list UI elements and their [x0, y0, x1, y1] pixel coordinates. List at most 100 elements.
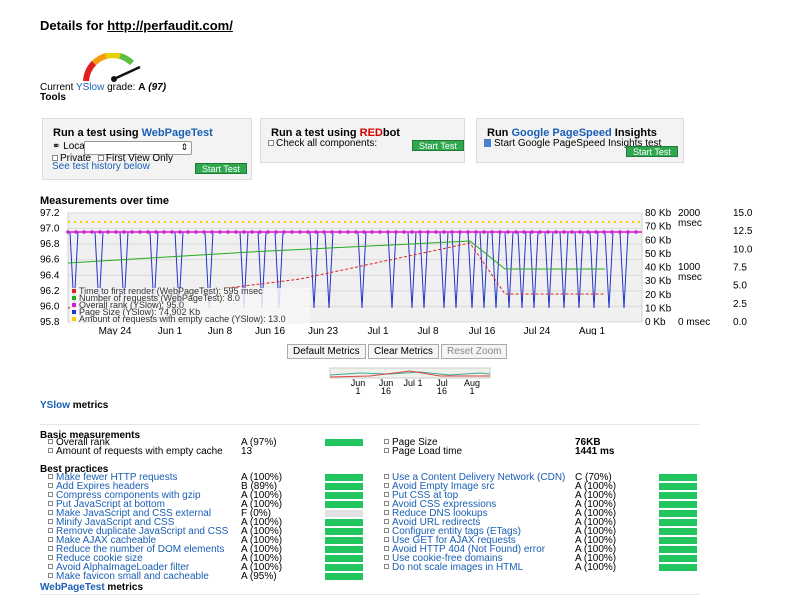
- series-point-overall-rank: [450, 230, 454, 234]
- bullet-icon: [384, 546, 389, 551]
- metric-grade: A (95%): [241, 571, 277, 582]
- series-point-overall-rank: [202, 230, 206, 234]
- kb-tick-label: 0 Kb: [645, 317, 666, 328]
- series-point-overall-rank: [514, 230, 518, 234]
- basic-metric-row: Amount of requests with empty cache: [48, 447, 223, 457]
- series-point-overall-rank: [586, 230, 590, 234]
- score-bar: [325, 528, 363, 535]
- site-url-link[interactable]: http://perfaudit.com/: [107, 18, 233, 33]
- redbot-start-button[interactable]: Start Test: [412, 140, 464, 151]
- webpagetest-link[interactable]: WebPageTest: [142, 127, 213, 139]
- measurements-chart: 97.2 97.0 96.8 96.6 96.4 96.2 96.0 95.8 80 Kb 70 …: [40, 208, 753, 335]
- metric-label[interactable]: Do not scale images in HTML: [392, 562, 523, 573]
- series-point-overall-rank: [82, 230, 86, 234]
- series-point-overall-rank: [498, 230, 502, 234]
- series-point-overall-rank: [386, 230, 390, 234]
- check-components-checkbox[interactable]: [268, 140, 274, 146]
- score-bar: [659, 519, 697, 526]
- series-point-overall-rank: [626, 230, 630, 234]
- navigator-label: 16: [437, 386, 447, 396]
- series-point-overall-rank: [66, 230, 70, 234]
- y-tick-label: 96.0: [40, 301, 60, 312]
- webpagetest-metrics-link[interactable]: WebPageTest: [40, 582, 105, 593]
- y-tick-label: 95.8: [40, 317, 60, 328]
- score-bar: [325, 492, 363, 499]
- bullet-icon: [48, 555, 53, 560]
- page-title: Details for http://perfaudit.com/: [40, 18, 233, 33]
- best-practice-row[interactable]: Do not scale images in HTML: [384, 562, 523, 573]
- series-point-overall-rank: [466, 230, 470, 234]
- legend-swatch: [72, 296, 76, 300]
- series-point-overall-rank: [490, 230, 494, 234]
- right-tick-label: 7.5: [733, 263, 747, 274]
- series-point-overall-rank: [418, 230, 422, 234]
- kb-tick-label: 80 Kb: [645, 208, 672, 219]
- legend-swatch: [72, 317, 76, 321]
- bullet-icon: [48, 546, 53, 551]
- legend-swatch: [72, 310, 76, 314]
- bullet-icon: [384, 474, 389, 479]
- x-tick-label: Jun 1: [158, 326, 183, 335]
- best-practice-row[interactable]: Make favicon small and cacheable: [48, 571, 209, 582]
- bullet-icon: [384, 439, 389, 444]
- series-point-overall-rank: [74, 230, 78, 234]
- tools-heading: Tools: [40, 92, 66, 103]
- grade-score: (97): [148, 82, 167, 93]
- bullet-icon: [384, 510, 389, 515]
- series-point-overall-rank: [458, 230, 462, 234]
- bullet-icon: [48, 519, 53, 524]
- series-point-overall-rank: [610, 230, 614, 234]
- series-point-overall-rank: [346, 230, 350, 234]
- navigator-label: 1: [469, 386, 474, 396]
- series-point-overall-rank: [250, 230, 254, 234]
- webpagetest-start-button[interactable]: Start Test: [195, 163, 247, 174]
- basic-metric-row: Page Load time: [384, 447, 462, 457]
- score-bar: [659, 546, 697, 553]
- score-bar: [325, 501, 363, 508]
- test-history-link[interactable]: See test history below: [52, 161, 150, 172]
- series-point-overall-rank: [618, 230, 622, 234]
- metric-value: 1441 ms: [575, 446, 615, 457]
- series-point-overall-rank: [322, 230, 326, 234]
- series-point-overall-rank: [442, 230, 446, 234]
- x-tick-label: May 24: [99, 326, 132, 335]
- score-bar: [325, 555, 363, 562]
- reset-zoom-button[interactable]: Reset Zoom: [441, 344, 508, 359]
- series-point-overall-rank: [234, 230, 238, 234]
- score-bar: [325, 439, 363, 446]
- bullet-icon: [48, 573, 53, 578]
- default-metrics-button[interactable]: Default Metrics: [287, 344, 366, 359]
- series-point-overall-rank: [474, 230, 478, 234]
- score-bar: [325, 573, 363, 580]
- series-point-overall-rank: [522, 230, 526, 234]
- score-bar: [659, 474, 697, 481]
- series-point-overall-rank: [426, 230, 430, 234]
- bullet-icon: [384, 564, 389, 569]
- bullet-icon: [48, 510, 53, 515]
- y-tick-label: 97.0: [40, 224, 60, 235]
- x-tick-label: Jun 16: [255, 326, 285, 335]
- pagespeed-start-button[interactable]: Start Test: [626, 146, 678, 157]
- bullet-icon: [48, 492, 53, 497]
- check-components-row: Check all components:: [268, 138, 377, 149]
- series-point-overall-rank: [570, 230, 574, 234]
- series-point-overall-rank: [434, 230, 438, 234]
- series-point-overall-rank: [186, 230, 190, 234]
- yslow-metrics-link[interactable]: YSlow: [40, 400, 70, 411]
- score-bar: [325, 483, 363, 490]
- bullet-icon: [48, 537, 53, 542]
- y-tick-label: 96.2: [40, 286, 60, 297]
- x-tick-label: Jul 8: [417, 326, 439, 335]
- right-tick-label: 5.0: [733, 281, 747, 292]
- score-bar: [659, 564, 697, 571]
- navigator-label: Jul 1: [403, 378, 422, 388]
- navigator-label: 16: [381, 386, 391, 396]
- metric-label[interactable]: Make favicon small and cacheable: [56, 571, 209, 582]
- kb-tick-label: 30 Kb: [645, 276, 672, 287]
- score-bar: [325, 474, 363, 481]
- clear-metrics-button[interactable]: Clear Metrics: [368, 344, 439, 359]
- series-point-overall-rank: [178, 230, 182, 234]
- chart-navigator[interactable]: Jun1Jun16Jul 1 Jul16Aug1: [320, 366, 500, 400]
- series-point-overall-rank: [170, 230, 174, 234]
- yslow-link[interactable]: YSlow: [76, 82, 104, 93]
